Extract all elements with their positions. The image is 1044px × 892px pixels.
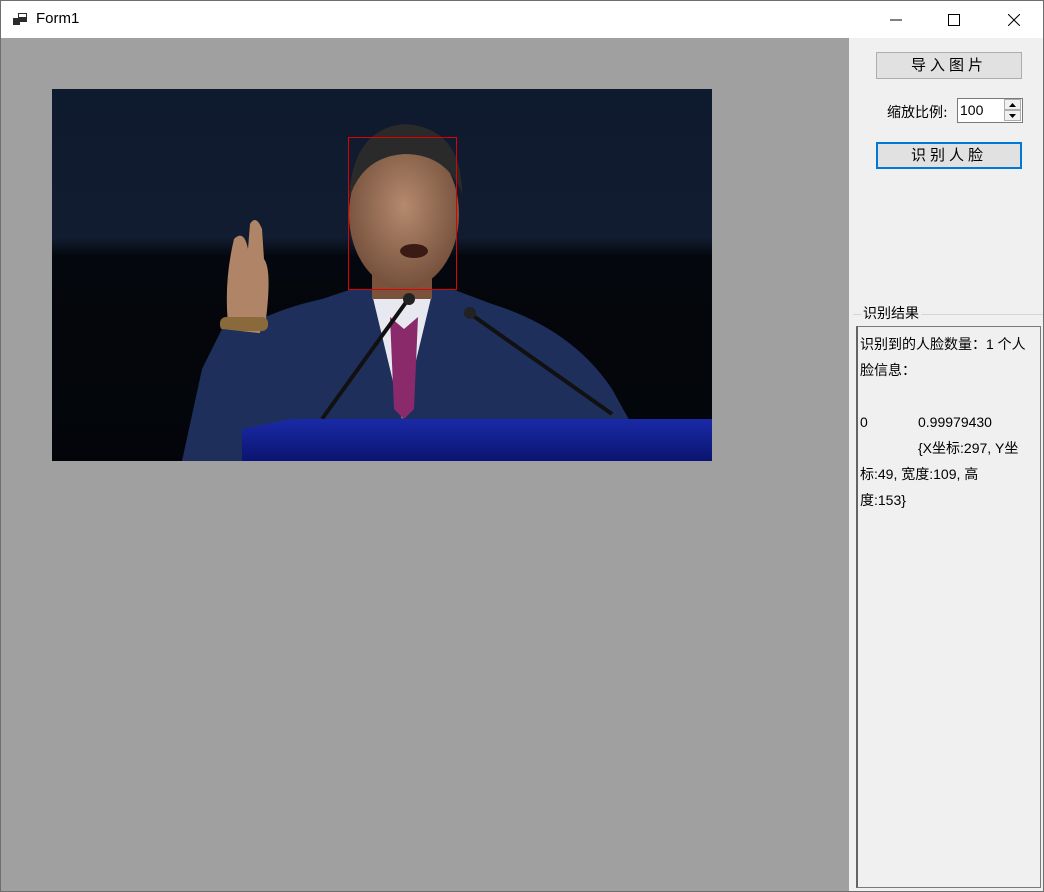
chevron-down-icon [1009, 113, 1016, 118]
loaded-photo [52, 89, 712, 461]
result-line: 脸信息： [860, 362, 916, 378]
chevron-up-icon [1009, 102, 1016, 107]
app-icon [13, 13, 27, 25]
picture-box [1, 38, 849, 891]
zoom-ratio-value[interactable]: 100 [960, 102, 983, 118]
result-line: 标:49, 宽度:109, 高 [860, 466, 979, 482]
results-group-title: 识别结果 [861, 303, 921, 323]
minimize-icon [890, 19, 902, 20]
zoom-ratio-label: 缩放比例: [887, 105, 948, 121]
face-confidence: 0.99979430 [918, 414, 992, 430]
close-icon [1008, 13, 1020, 26]
maximize-button[interactable] [925, 1, 983, 38]
face-index: 0 [860, 414, 868, 430]
import-image-button[interactable]: 导入图片 [876, 52, 1022, 79]
result-line: 度:153} [860, 492, 906, 508]
zoom-ratio-spinner[interactable]: 100 [957, 98, 1023, 123]
result-line: 0 0.99979430 [860, 409, 1038, 435]
title-bar[interactable]: Form1 [1, 1, 1043, 38]
maximize-icon [948, 13, 960, 26]
spinner-up-button[interactable] [1004, 99, 1021, 110]
result-line [860, 383, 1038, 409]
detect-face-button[interactable]: 识别人脸 [876, 142, 1022, 169]
main-window: Form1 导入图片 缩放比例: 100 识别人脸 识别结果 识别到的人脸数量：… [0, 0, 1044, 892]
window-title: Form1 [36, 10, 80, 27]
results-textbox[interactable]: 识别到的人脸数量：1 个人 脸信息： 0 0.99979430 {X坐标:297,… [856, 326, 1041, 888]
detected-face-box [348, 137, 457, 290]
face-rect-part1: {X坐标:297, Y坐 [918, 440, 1019, 456]
close-button[interactable] [985, 1, 1043, 38]
spinner-down-button[interactable] [1004, 110, 1021, 121]
result-line: {X坐标:297, Y坐 [860, 435, 1038, 461]
result-line: 识别到的人脸数量：1 个人 [860, 336, 1026, 352]
minimize-button[interactable] [867, 1, 925, 38]
